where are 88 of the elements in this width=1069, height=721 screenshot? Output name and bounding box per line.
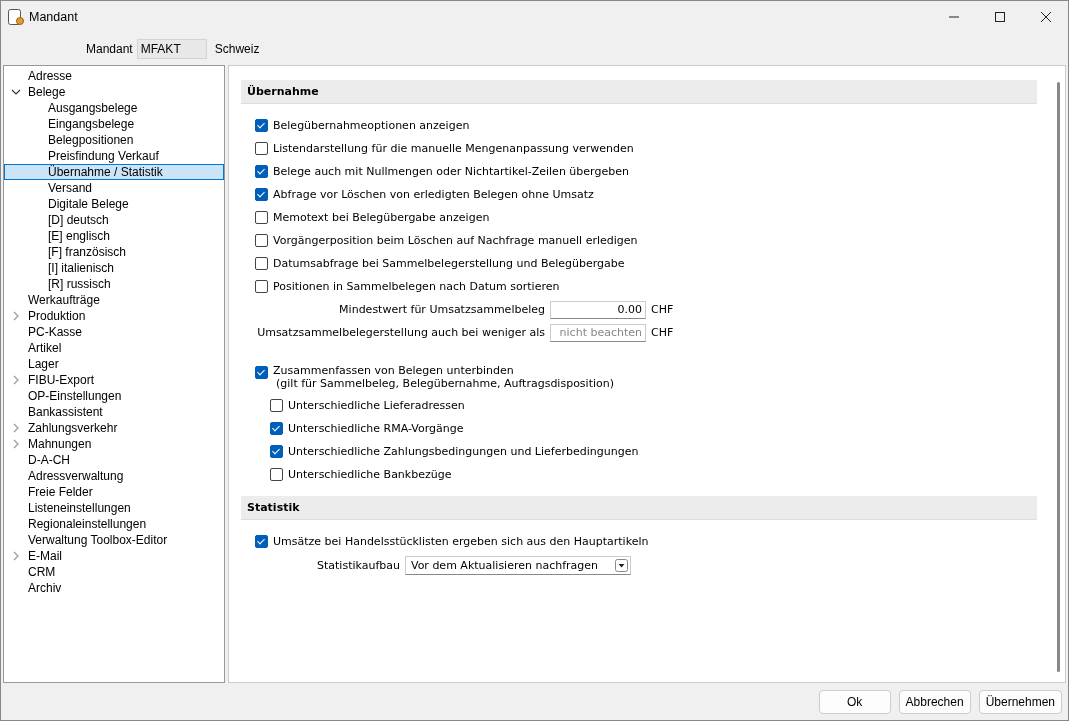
note-text: (gilt für Sammelbeleg, Belegübernahme, Auftragsdisposition) [275,377,614,390]
checkbox[interactable] [270,468,283,481]
tree-item[interactable]: Versand [4,180,224,196]
checkbox-label: Listendarstellung für die manuelle Mengenanpassung verwenden [273,142,634,155]
maximize-icon[interactable] [994,11,1006,23]
checkbox-label: Memotext bei Belegübergabe anzeigen [273,211,490,224]
window-title: Mandant [29,10,78,24]
tree-item[interactable]: [R] russisch [4,276,224,292]
checkbox-label: Unterschiedliche RMA-Vorgänge [288,422,464,435]
ok-button[interactable]: Ok [818,689,891,714]
checkbox-label: Belege auch mit Nullmengen oder Nichtartikel-Zeilen übergeben [273,165,629,178]
tree-item[interactable]: Adressverwaltung [28,469,124,483]
checkbox[interactable] [255,234,268,247]
chevron-down-icon[interactable] [11,87,21,97]
tree-item[interactable]: [F] französisch [4,244,224,260]
tree-item[interactable]: CRM [28,565,56,579]
tree-item[interactable]: Artikel [28,341,62,355]
tree-item[interactable]: E-Mail [28,549,62,563]
tree-item[interactable]: [D] deutsch [4,212,224,228]
chevron-right-icon[interactable] [11,311,21,321]
chevron-right-icon[interactable] [11,375,21,385]
tree-item[interactable]: Verwaltung Toolbox-Editor [28,533,168,547]
chevron-right-icon[interactable] [11,551,21,561]
tree-item[interactable]: Zahlungsverkehr [28,421,118,435]
checkbox-label: Datumsabfrage bei Sammelbelegerstellung und Belegübergabe [273,257,625,270]
country-label: Schweiz [214,42,260,56]
field-label: Mindestwert für Umsatzsammelbeleg [339,303,545,316]
tree-item[interactable]: [I] italienisch [4,260,224,276]
section-header: Statistik [241,496,1037,520]
checkbox[interactable] [255,535,268,548]
tree-item[interactable]: Preisfindung Verkauf [4,148,224,164]
tree-item[interactable]: Ausgangsbelege [4,100,224,116]
app-icon [7,8,25,26]
input-field[interactable]: 0.00 [550,300,646,319]
checkbox[interactable] [255,257,268,270]
cancel-button[interactable]: Abbrechen [898,689,971,714]
tree-item[interactable]: PC-Kasse [28,325,83,339]
field-label: Umsatzsammelbelegerstellung auch bei weniger als [257,326,545,339]
checkbox[interactable] [255,188,268,201]
mandant-label: Mandant [86,42,133,56]
checkbox-label: Belegübernahmeoptionen anzeigen [273,119,470,132]
checkbox-label: Unterschiedliche Zahlungsbedingungen und Lieferbedingungen [288,445,639,458]
tree-item[interactable]: Freie Felder [28,485,93,499]
checkbox[interactable] [270,422,283,435]
input-field[interactable]: nicht beachten [550,323,646,342]
tree-item[interactable]: OP-Einstellungen [28,389,122,403]
mandant-field: MFAKT [136,39,207,59]
tree-item[interactable]: Adresse [28,69,73,83]
tree-item[interactable]: Belegpositionen [4,132,224,148]
checkbox[interactable] [255,142,268,155]
checkbox[interactable] [255,119,268,132]
checkbox[interactable] [255,280,268,293]
tree-item[interactable]: FIBU-Export [28,373,94,387]
dropdown[interactable]: Vor dem Aktualisieren nachfragen [404,555,631,575]
checkbox-label: Umsätze bei Handelsstücklisten ergeben sich aus den Hauptartikeln [273,535,649,548]
tree-item[interactable]: D-A-CH [28,453,70,467]
checkbox[interactable] [255,211,268,224]
tree-item[interactable]: Belege [28,85,66,99]
tree-item[interactable]: Produktion [28,309,86,323]
close-icon[interactable] [1040,11,1052,23]
field-label: Statistikaufbau [317,558,400,572]
checkbox[interactable] [255,165,268,178]
checkbox[interactable] [270,445,283,458]
tree-item[interactable]: Digitale Belege [4,196,224,212]
chevron-right-icon[interactable] [11,423,21,433]
tree-item[interactable]: Lager [28,357,59,371]
apply-button[interactable]: Übernehmen [978,689,1062,714]
unit-label: CHF [651,303,675,316]
section-header: Übernahme [241,80,1037,104]
checkbox-label: Unterschiedliche Lieferadressen [288,399,465,412]
tree-item[interactable]: Mahnungen [28,437,92,451]
checkbox-label: Zusammenfassen von Belegen unterbinden [273,364,515,377]
tree-item[interactable]: Listeneinstellungen [28,501,131,515]
checkbox[interactable] [255,366,268,379]
chevron-right-icon[interactable] [11,439,21,449]
checkbox[interactable] [270,399,283,412]
checkbox-label: Positionen in Sammelbelegen nach Datum sortieren [273,280,560,293]
tree-item[interactable]: [E] englisch [4,228,224,244]
tree-item[interactable]: Archiv [28,581,62,595]
tree-item[interactable]: Bankassistent [28,405,103,419]
tree-item[interactable]: Eingangsbelege [4,116,224,132]
tree-item[interactable]: Übernahme / Statistik [4,164,224,180]
tree-item[interactable]: Werkaufträge [28,293,100,307]
checkbox-label: Unterschiedliche Bankbezüge [288,468,452,481]
checkbox-label: Vorgängerposition beim Löschen auf Nachfrage manuell erledigen [273,234,638,247]
unit-label: CHF [651,326,675,339]
checkbox-label: Abfrage vor Löschen von erledigten Belegen ohne Umsatz [273,188,594,201]
tree-item[interactable]: Regionaleinstellungen [28,517,147,531]
